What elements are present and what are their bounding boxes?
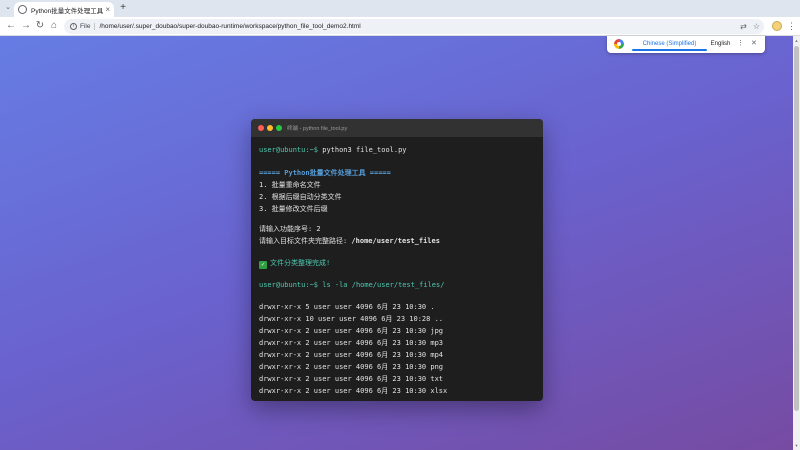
file-chip[interactable]: File — [80, 23, 96, 30]
close-dot-icon — [258, 125, 264, 131]
listing-row: drwxr-xr-x 2 user user 4096 6月 23 10:30 … — [259, 327, 444, 335]
maximize-dot-icon — [276, 125, 282, 131]
info-icon[interactable]: i — [70, 23, 77, 30]
menu-option: 1. 批量重命名文件 — [259, 181, 321, 189]
scroll-thumb[interactable] — [794, 46, 799, 411]
target-language-tab[interactable]: English — [703, 40, 738, 48]
shell-prompt: user@ubuntu:~$ — [259, 281, 319, 289]
browser-tab[interactable]: Python批量文件处理工具 - 演 × — [14, 2, 114, 17]
tab-title: Python批量文件处理工具 - 演 — [31, 7, 104, 15]
minimize-dot-icon — [267, 125, 273, 131]
scroll-down-icon[interactable]: ▼ — [794, 443, 799, 448]
command-text: ls -la /home/user/test_files/ — [318, 281, 445, 289]
tab-strip: ⌄ Python批量文件处理工具 - 演 × + — [0, 0, 800, 17]
listing-row: drwxr-xr-x 2 user user 4096 6月 23 10:30 … — [259, 363, 444, 371]
forward-icon[interactable]: → — [20, 20, 32, 32]
menu-kebab-icon[interactable]: ⋮ — [787, 20, 796, 32]
path-input-line: 请输入目标文件夹完整路径: /home/user/test_files — [259, 237, 440, 246]
close-icon[interactable]: ✕ — [751, 40, 757, 48]
success-line: ✓ 文件分类整理完成! — [259, 259, 330, 269]
back-icon[interactable]: ← — [5, 20, 17, 32]
page-background: 终端 - python file_tool.py user@ubuntu:~$ … — [0, 36, 793, 450]
reload-icon[interactable]: ↻ — [34, 20, 46, 32]
url-text[interactable]: /home/user/.super_doubao/super-doubao-ru… — [99, 23, 360, 30]
success-text: 文件分类整理完成! — [270, 259, 331, 267]
translate-icon[interactable]: ⇄ — [740, 21, 747, 32]
profile-avatar[interactable] — [772, 21, 782, 31]
tab-search-icon[interactable]: ⌄ — [3, 3, 13, 13]
active-tab-indicator — [632, 49, 707, 51]
address-bar[interactable]: i File /home/user/.super_doubao/super-do… — [64, 19, 764, 34]
listing-row: drwxr-xr-x 5 user user 4096 6月 23 10:30 … — [259, 303, 435, 311]
path-value: /home/user/test_files — [347, 237, 440, 245]
listing-row: drwxr-xr-x 10 user user 4096 6月 23 10:28… — [259, 315, 444, 323]
menu-option: 2. 根据后缀自动分类文件 — [259, 193, 342, 201]
menu-option: 3. 批量修改文件后缀 — [259, 205, 328, 213]
new-tab-button[interactable]: + — [117, 2, 129, 14]
terminal-title: 终端 - python file_tool.py — [287, 126, 348, 132]
listing-row: drwxr-xr-x 2 user user 4096 6月 23 10:30 … — [259, 387, 448, 395]
globe-icon — [18, 5, 27, 14]
home-icon[interactable]: ⌂ — [48, 20, 60, 32]
terminal-titlebar: 终端 - python file_tool.py — [251, 119, 543, 137]
terminal-line: user@ubuntu:~$ python3 file_tool.py — [259, 146, 407, 155]
checkmark-icon: ✓ — [259, 261, 267, 269]
tab-close-icon[interactable]: × — [105, 5, 110, 14]
path-label: 请输入目标文件夹完整路径: — [259, 237, 348, 245]
page-scrollbar[interactable]: ▲ ▼ — [793, 36, 800, 450]
shell-prompt: user@ubuntu:~$ — [259, 146, 319, 154]
bookmark-star-icon[interactable]: ☆ — [753, 21, 760, 32]
terminal-line: user@ubuntu:~$ ls -la /home/user/test_fi… — [259, 281, 444, 290]
tool-header: ===== Python批量文件处理工具 ===== — [259, 169, 391, 177]
listing-row: drwxr-xr-x 2 user user 4096 6月 23 10:30 … — [259, 339, 444, 347]
browser-toolbar: ← → ↻ ⌂ i File /home/user/.super_doubao/… — [0, 17, 800, 36]
listing-row: drwxr-xr-x 2 user user 4096 6月 23 10:30 … — [259, 375, 444, 383]
command-text: python3 file_tool.py — [318, 146, 407, 154]
scroll-up-icon[interactable]: ▲ — [794, 38, 799, 43]
translate-popup: Chinese (Simplified) English ⋮ ✕ — [607, 36, 765, 53]
more-options-icon[interactable]: ⋮ — [737, 40, 744, 48]
listing-row: drwxr-xr-x 2 user user 4096 6月 23 10:30 … — [259, 351, 444, 359]
source-language-tab[interactable]: Chinese (Simplified) — [632, 40, 707, 48]
terminal-window: 终端 - python file_tool.py user@ubuntu:~$ … — [251, 119, 543, 401]
input-prompt-line: 请输入功能序号: 2 — [259, 225, 321, 233]
google-translate-icon — [614, 39, 624, 49]
